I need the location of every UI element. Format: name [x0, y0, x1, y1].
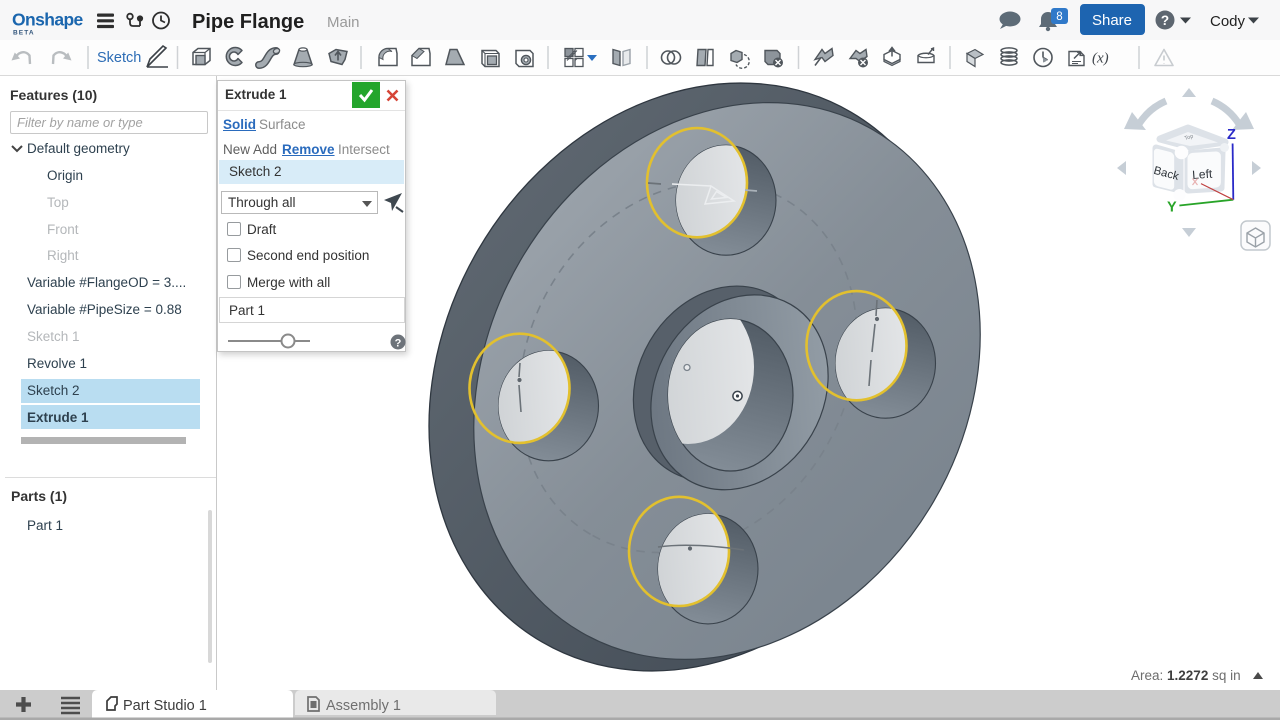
svg-text:Y: Y: [1167, 200, 1177, 216]
svg-text:Left: Left: [1192, 167, 1214, 182]
svg-text:Z: Z: [1227, 127, 1236, 143]
svg-text:?: ?: [395, 338, 402, 350]
svg-text:Sketch: Sketch: [97, 50, 141, 66]
svg-text:(x): (x): [1092, 51, 1109, 67]
svg-text:Part Studio 1: Part Studio 1: [123, 698, 207, 714]
svg-text:Assembly 1: Assembly 1: [326, 698, 401, 714]
